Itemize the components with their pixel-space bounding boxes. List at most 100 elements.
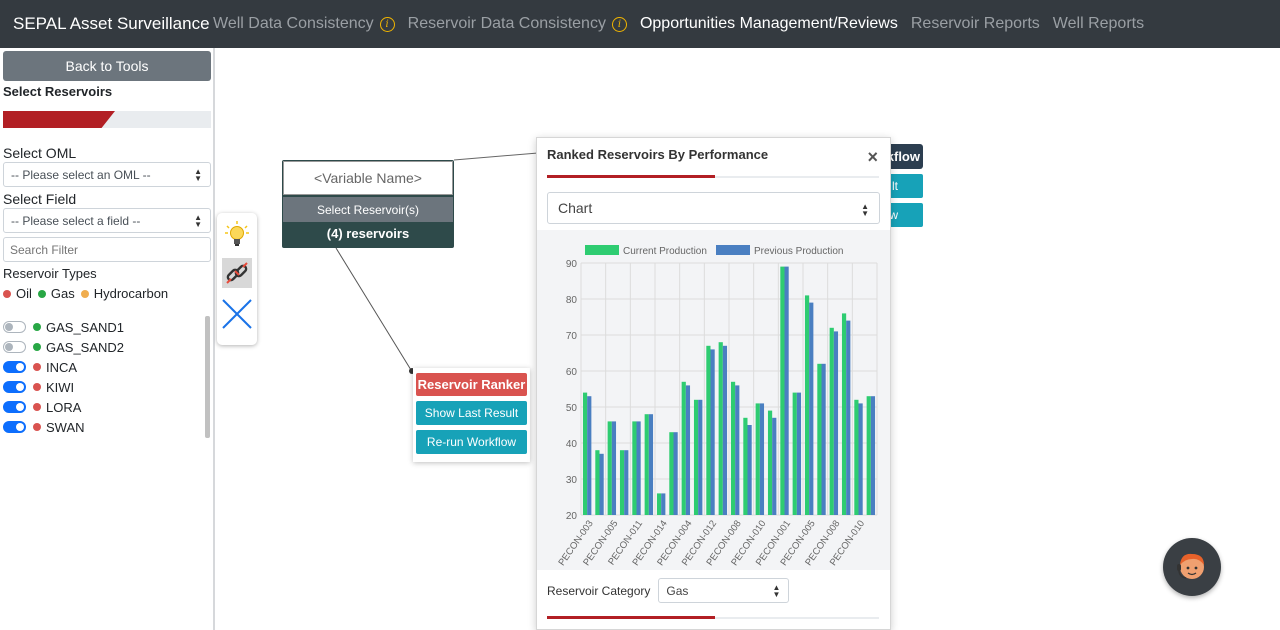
nav-opportunities-management[interactable]: Opportunities Management/Reviews	[640, 15, 898, 33]
reservoir-toggle[interactable]	[3, 381, 26, 393]
view-select[interactable]: Chart ▲ ▼	[547, 192, 880, 224]
nav-well-data-consistency[interactable]: Well Data Consistency i	[213, 15, 395, 33]
bar	[780, 266, 785, 515]
bar	[619, 450, 625, 515]
gas-dot-icon	[37, 289, 46, 298]
reservoir-item-kiwi[interactable]: KIWI	[3, 378, 74, 396]
info-icon[interactable]: i	[379, 16, 395, 32]
close-icon[interactable]	[222, 299, 252, 329]
sidebar: Back to Tools Select Reservoirs Select O…	[0, 48, 215, 630]
y-tick-label: 60	[566, 367, 578, 378]
top-navbar: SEPAL Asset Surveillance Well Data Consi…	[0, 0, 1280, 48]
select-caret-icon: ▲ ▼	[772, 583, 781, 599]
reservoir-name: GAS_SAND2	[46, 339, 125, 355]
bar	[841, 313, 847, 515]
reservoir-item-gas-sand2[interactable]: GAS_SAND2	[3, 338, 124, 356]
bar	[735, 385, 740, 515]
bar	[685, 385, 691, 515]
reservoir-toggle[interactable]	[3, 421, 26, 433]
variable-name-field[interactable]: <Variable Name>	[283, 161, 453, 195]
bar	[644, 414, 649, 515]
legend-hydrocarbon: Hydrocarbon	[93, 286, 169, 301]
reservoir-toggle[interactable]	[3, 341, 26, 353]
oil-dot-icon	[33, 423, 41, 431]
bar	[846, 320, 851, 515]
nav-label: Reservoir Data Consistency	[407, 15, 606, 32]
reservoir-item-lora[interactable]: LORA	[3, 398, 81, 416]
rerun-workflow-button[interactable]: Re-run Workflow	[416, 430, 527, 454]
bar	[722, 345, 728, 515]
bar	[599, 453, 604, 515]
reservoir-item-gas-sand1[interactable]: GAS_SAND1	[3, 318, 124, 336]
select-reservoirs-button[interactable]: Select Reservoir(s)	[283, 197, 453, 222]
scrollbar[interactable]	[205, 316, 210, 438]
nav-label: Reservoir Reports	[910, 15, 1040, 32]
reservoir-toggle[interactable]	[3, 401, 26, 413]
bar	[833, 331, 839, 515]
y-tick-label: 50	[566, 403, 578, 414]
bar	[821, 363, 826, 515]
bar	[661, 493, 666, 515]
bar	[611, 421, 617, 515]
reservoir-item-swan[interactable]: SWAN	[3, 418, 85, 436]
variable-node[interactable]: <Variable Name> Select Reservoir(s) (4) …	[282, 160, 454, 248]
y-tick-label: 30	[566, 475, 578, 486]
nav-reservoir-data-consistency[interactable]: Reservoir Data Consistency i	[408, 15, 627, 33]
accent-divider	[547, 616, 715, 619]
bar	[759, 403, 765, 515]
field-select-value: -- Please select a field --	[11, 213, 141, 228]
bar	[656, 493, 662, 515]
y-tick-label: 80	[566, 295, 578, 306]
y-tick-label: 90	[566, 259, 578, 270]
app-brand[interactable]: SEPAL Asset Surveillance	[0, 14, 210, 34]
performance-bar-chart: Current Production Previous Production 20 3…	[556, 245, 878, 568]
reservoir-name: SWAN	[46, 419, 85, 435]
field-label: Select Field	[3, 191, 77, 207]
bar	[648, 414, 654, 515]
search-filter-input[interactable]	[3, 237, 211, 262]
oml-label: Select OML	[3, 145, 77, 161]
reservoir-toggle[interactable]	[3, 361, 26, 373]
reservoir-name: GAS_SAND1	[46, 319, 125, 335]
popover-title: Ranked Reservoirs By Performance	[547, 147, 769, 162]
bar	[582, 392, 588, 515]
close-icon[interactable]: ×	[867, 147, 878, 168]
category-row: Reservoir Category Gas ▲ ▼	[547, 578, 790, 603]
oil-dot-icon	[33, 363, 41, 371]
back-to-tools-button[interactable]: Back to Tools	[3, 51, 211, 81]
category-select[interactable]: Gas ▲ ▼	[658, 578, 790, 603]
bar	[730, 381, 736, 515]
bar	[870, 396, 876, 515]
progress-fill	[3, 111, 115, 128]
link-icon[interactable]	[222, 258, 252, 288]
reservoir-ranker-node[interactable]: Reservoir Ranker Show Last Result Re-run…	[413, 368, 530, 462]
y-tick-label: 40	[566, 439, 578, 450]
show-last-result-button[interactable]: Show Last Result	[416, 401, 527, 425]
nav-well-reports[interactable]: Well Reports	[1053, 15, 1144, 33]
lightbulb-icon[interactable]	[222, 219, 252, 249]
info-icon[interactable]: i	[611, 16, 627, 32]
bar	[809, 302, 814, 515]
reservoir-name: INCA	[46, 359, 78, 375]
oml-select[interactable]: -- Please select an OML -- ▲ ▼	[3, 162, 211, 187]
y-tick-label: 20	[566, 511, 578, 522]
nav-reservoir-reports[interactable]: Reservoir Reports	[911, 15, 1040, 33]
legend-label: Current Production	[623, 246, 707, 257]
bar	[632, 421, 637, 515]
legend-label: Previous Production	[754, 246, 844, 257]
category-select-value: Gas	[666, 583, 689, 598]
bar	[804, 295, 810, 515]
reservoir-item-inca[interactable]: INCA	[3, 358, 77, 376]
field-select[interactable]: -- Please select a field -- ▲ ▼	[3, 208, 211, 233]
assistant-face-icon	[1177, 553, 1204, 579]
assistant-avatar[interactable]	[1163, 538, 1221, 596]
oil-dot-icon	[33, 383, 41, 391]
nav-label: Well Data Consistency	[213, 15, 374, 32]
reservoir-count: (4) reservoirs	[326, 226, 410, 241]
bar	[767, 410, 773, 515]
reservoir-toggle[interactable]	[3, 321, 26, 333]
ranker-title: Reservoir Ranker	[416, 373, 527, 396]
bar	[718, 342, 723, 515]
bar	[595, 450, 600, 515]
bar	[829, 327, 834, 515]
